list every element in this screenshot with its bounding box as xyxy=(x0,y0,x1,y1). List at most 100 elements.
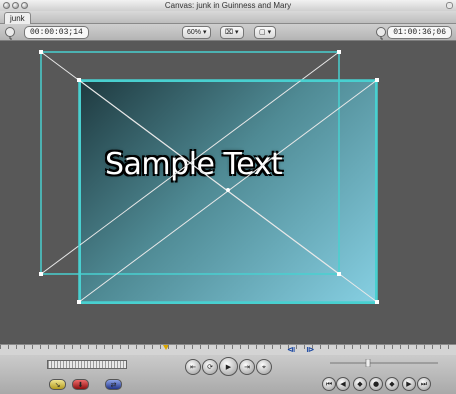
tab-junk[interactable]: junk xyxy=(4,12,31,24)
scrubber-tick xyxy=(168,345,169,349)
play-icon: ▶ xyxy=(225,362,232,371)
scrubber-tick xyxy=(392,345,393,349)
canvas-viewer[interactable]: Sample Text xyxy=(0,41,456,343)
replace-edit-button[interactable]: ⇄ xyxy=(105,379,122,390)
zoom-popup[interactable]: 60% ▾ xyxy=(182,26,212,39)
scrubber-tick xyxy=(280,345,281,349)
scrubber-tick xyxy=(256,345,257,349)
play-around-current-button[interactable]: ⟳ xyxy=(202,359,218,375)
toolbar-toggle-icon[interactable] xyxy=(446,2,453,9)
scrubber-tick xyxy=(64,345,65,349)
scrubber-tick xyxy=(432,345,433,349)
corner-handle[interactable] xyxy=(375,300,379,304)
scrubber-tick xyxy=(424,345,425,349)
tab-bar: junk xyxy=(0,11,456,24)
scrubber-tick xyxy=(264,345,265,349)
overlay-popup[interactable]: ▢ ▾ xyxy=(254,26,277,39)
mark-clip-button[interactable]: ⌖ xyxy=(256,359,272,375)
overlay-icon: ▢ xyxy=(259,29,266,36)
add-marker-button[interactable]: ● xyxy=(369,377,383,391)
corner-handle[interactable] xyxy=(77,300,81,304)
insert-edit-icon: ↘ xyxy=(54,380,61,389)
scrubber-tick xyxy=(400,345,401,349)
mark-out-button[interactable]: ◆ xyxy=(385,377,399,391)
previous-frame-icon: ◀ xyxy=(340,380,346,388)
scrubber-tick xyxy=(48,345,49,349)
scrubber-tick xyxy=(416,345,417,349)
view-popup[interactable]: ⌧ ▾ xyxy=(220,26,244,39)
play-button[interactable]: ▶ xyxy=(219,357,238,376)
next-edit-icon: ⏭ xyxy=(420,379,428,388)
next-frame-icon: ▶ xyxy=(406,380,412,388)
scrubber-tick xyxy=(152,345,153,349)
scrubber-tick xyxy=(8,345,9,349)
mark-out-icon: ◆ xyxy=(389,380,395,388)
insert-edit-button[interactable]: ↘ xyxy=(49,379,66,390)
out-point-icon[interactable]: ⧐ xyxy=(306,346,314,354)
chevron-down-icon: ▾ xyxy=(267,29,272,36)
scrubber-tick xyxy=(224,345,225,349)
scrubber-tick xyxy=(232,345,233,349)
corner-handle[interactable] xyxy=(77,78,81,82)
play-to-out-button[interactable]: ⇥ xyxy=(239,359,255,375)
mark-in-button[interactable]: ◆ xyxy=(353,377,367,391)
play-to-out-icon: ⇥ xyxy=(244,363,250,371)
scrubber-tick xyxy=(136,345,137,349)
corner-handle[interactable] xyxy=(375,78,379,82)
scrubber-tick xyxy=(200,345,201,349)
previous-edit-button[interactable]: ⏮ xyxy=(322,377,336,391)
window-title: Canvas: junk in Guinness and Mary xyxy=(164,1,292,10)
scrubber-tick xyxy=(376,345,377,349)
add-marker-icon: ● xyxy=(372,380,380,388)
previous-frame-button[interactable]: ◀ xyxy=(336,377,350,391)
scrubber-tick xyxy=(144,345,145,349)
duration-timecode-field[interactable]: 01:00:36;06 xyxy=(387,26,452,39)
scrubber-tick xyxy=(288,345,289,349)
shuttle-control[interactable] xyxy=(47,360,127,369)
scrubber-tick xyxy=(408,345,409,349)
scrubber-tick xyxy=(88,345,89,349)
jog-control[interactable] xyxy=(330,359,438,367)
wireframe-overlay xyxy=(39,50,379,304)
scrubber-tick xyxy=(312,345,313,349)
play-around-current-icon: ⟳ xyxy=(207,363,213,371)
scrubber-tick xyxy=(320,345,321,349)
play-in-to-out-button[interactable]: ⇤ xyxy=(185,359,201,375)
next-edit-button[interactable]: ⏭ xyxy=(417,377,431,391)
scrubber-tick xyxy=(448,345,449,349)
scrubber-tick xyxy=(80,345,81,349)
scrubber-tick xyxy=(176,345,177,349)
scrubber-tick xyxy=(352,345,353,349)
corner-handle[interactable] xyxy=(337,272,341,276)
scrubber-tick xyxy=(72,345,73,349)
scrubber-tick xyxy=(24,345,25,349)
scrubber-tick xyxy=(192,345,193,349)
replace-edit-icon: ⇄ xyxy=(110,380,117,389)
scrubber-tick xyxy=(248,345,249,349)
scrubber-tick xyxy=(56,345,57,349)
chevron-down-icon: ▾ xyxy=(235,29,239,36)
scrubber-tick xyxy=(112,345,113,349)
clock-icon xyxy=(376,27,386,40)
scrubber-tick xyxy=(96,345,97,349)
next-frame-button[interactable]: ▶ xyxy=(402,377,416,391)
corner-handle[interactable] xyxy=(39,272,43,276)
corner-handle[interactable] xyxy=(39,50,43,54)
center-anchor-handle[interactable] xyxy=(226,188,230,192)
scrubber-tick xyxy=(368,345,369,349)
scrubber-tick xyxy=(304,345,305,349)
transport-controls: ⇤ ⟳ ▶ ⇥ ⌖ ↘ ⬇ ⇄ ⏮ ◀ ◆ ● ◆ ▶ ⏭ xyxy=(0,355,456,394)
scrubber-tick xyxy=(384,345,385,349)
corner-handle[interactable] xyxy=(337,50,341,54)
play-in-to-out-icon: ⇤ xyxy=(190,363,196,371)
overwrite-edit-button[interactable]: ⬇ xyxy=(72,379,89,390)
canvas-window: Canvas: junk in Guinness and Mary junk 0… xyxy=(0,0,456,394)
scrubber-tick xyxy=(160,345,161,349)
scrubber-tick xyxy=(0,345,1,349)
scrubber-tick xyxy=(296,345,297,349)
zoom-value: 60% xyxy=(187,29,202,36)
jog-knob[interactable] xyxy=(365,359,371,367)
current-timecode-field[interactable]: 00:00:03;14 xyxy=(24,26,89,39)
scrubber-tick xyxy=(344,345,345,349)
scrubber-tick xyxy=(272,345,273,349)
